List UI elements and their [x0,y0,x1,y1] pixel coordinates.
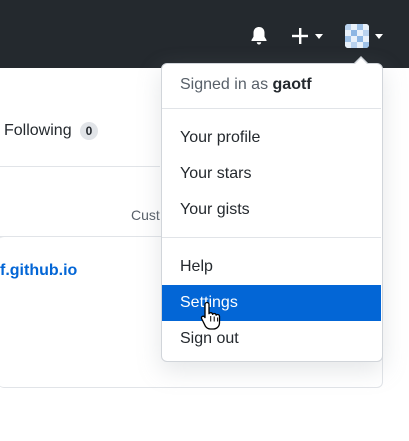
top-header [0,0,409,68]
bell-icon[interactable] [248,24,270,48]
dropdown-caret-inner [354,58,368,65]
plus-icon [292,28,308,44]
menu-item-your-stars[interactable]: Your stars [162,156,381,192]
menu-item-your-gists[interactable]: Your gists [162,192,381,228]
signed-in-username: gaotf [272,76,312,93]
customize-link[interactable]: Cust [131,207,160,223]
user-menu-button[interactable] [343,22,385,50]
menu-item-your-profile[interactable]: Your profile [162,120,381,156]
chevron-down-icon [315,33,323,39]
signed-in-header: Signed in as gaotf [180,76,312,94]
menu-divider [162,108,381,109]
following-link[interactable]: Following 0 [4,122,99,140]
repo-link[interactable]: f.github.io [0,262,77,280]
menu-item-sign-out[interactable]: Sign out [162,321,381,357]
hand-pointer-icon [200,300,226,330]
chevron-down-icon [375,33,383,39]
menu-divider [162,237,381,238]
menu-item-help[interactable]: Help [162,249,381,285]
menu-item-settings[interactable]: Settings [162,285,381,321]
following-count-badge: 0 [79,122,99,140]
following-label: Following [4,122,72,139]
avatar-icon [345,24,369,48]
signed-in-prefix: Signed in as [180,76,269,93]
create-new-button[interactable] [289,24,325,48]
divider [0,166,160,167]
